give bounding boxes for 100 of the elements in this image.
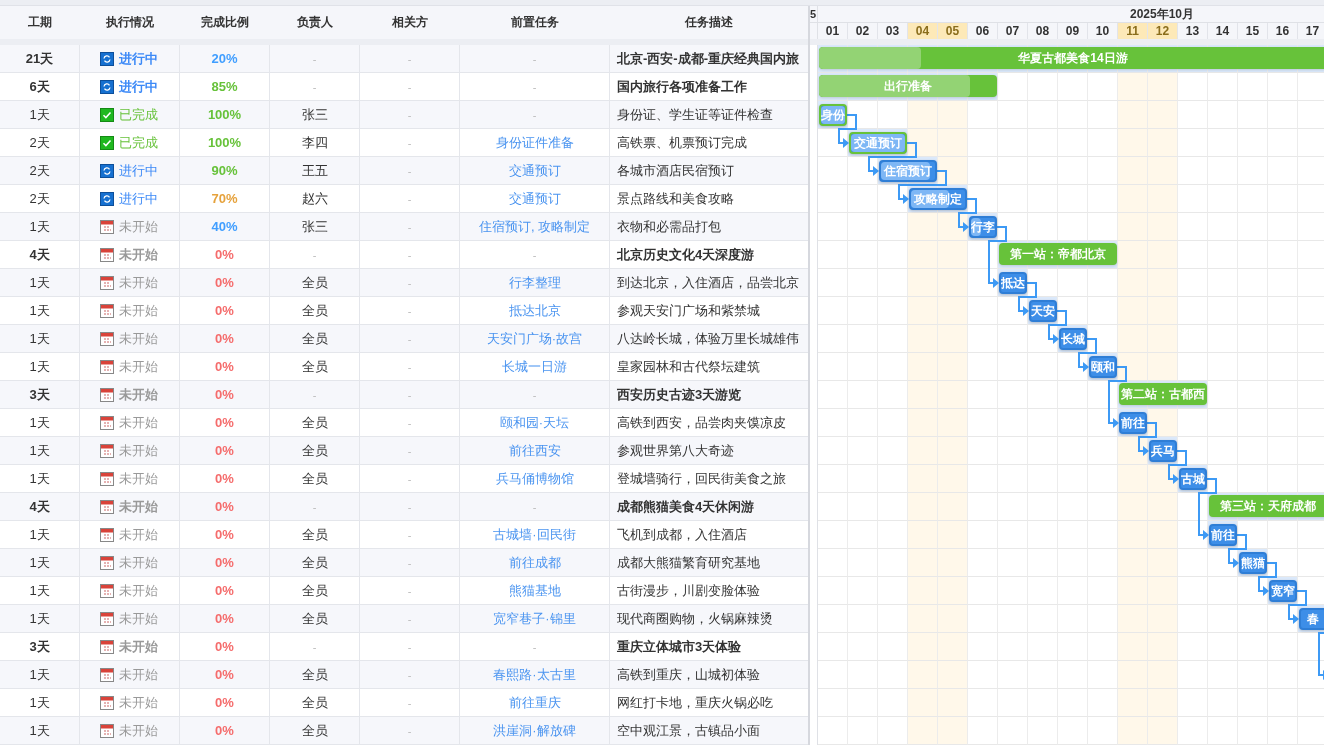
- column-header[interactable]: 工期: [0, 6, 80, 39]
- predecessor-link[interactable]: 颐和园·天坛: [499, 413, 570, 432]
- calendar-icon: [100, 611, 114, 626]
- bar-label: 第一站：帝都北京: [1009, 245, 1107, 263]
- predecessor-link[interactable]: 天安门广场·故宫: [486, 329, 583, 348]
- progress-percent: 0%: [215, 723, 234, 738]
- empty-dash: -: [532, 640, 537, 653]
- task-description: 西安历史古迹3天游览: [617, 385, 742, 404]
- empty-dash: -: [407, 304, 412, 317]
- empty-dash: -: [312, 388, 317, 401]
- table-row[interactable]: 1天 未开始 0% 全员 - 春熙路·太古里 高铁到重庆，山城初体验: [0, 661, 808, 689]
- task-bar[interactable]: 古城: [1179, 468, 1207, 490]
- status-label: 未开始: [119, 693, 158, 712]
- predecessor-link[interactable]: 身份证件准备: [495, 133, 574, 152]
- table-row[interactable]: 1天 未开始 0% 全员 - 天安门广场·故宫 八达岭长城，体验万里长城雄伟: [0, 325, 808, 353]
- task-description: 高铁到西安，品尝肉夹馍凉皮: [617, 413, 786, 432]
- status-label: 未开始: [119, 497, 158, 516]
- empty-dash: -: [407, 528, 412, 541]
- status-label: 进行中: [119, 49, 158, 68]
- summary-bar[interactable]: 第一站：帝都北京: [999, 243, 1117, 265]
- status-label: 未开始: [119, 385, 158, 404]
- column-header[interactable]: 完成比例: [180, 6, 270, 39]
- predecessor-link[interactable]: 前往西安: [508, 441, 561, 460]
- empty-dash: -: [407, 416, 412, 429]
- table-row[interactable]: 1天 未开始 0% 全员 - 前往西安 参观世界第八大奇迹: [0, 437, 808, 465]
- calendar-icon: [100, 219, 114, 234]
- predecessor-link[interactable]: 古城墙·回民街: [493, 525, 576, 544]
- progress-percent: 100%: [207, 135, 242, 150]
- calendar-icon: [100, 443, 114, 458]
- predecessor-link[interactable]: 前往重庆: [508, 693, 561, 712]
- table-row[interactable]: 1天 已完成 100% 张三 - - 身份证、学生证等证件检查: [0, 101, 808, 129]
- summary-bar[interactable]: 第二站：古都西: [1119, 383, 1207, 405]
- task-bar[interactable]: 熊猫: [1239, 552, 1267, 574]
- task-bar[interactable]: 兵马: [1149, 440, 1177, 462]
- duration-text: 4天: [29, 245, 50, 264]
- column-header[interactable]: 执行情况: [80, 6, 180, 39]
- calendar-icon: [100, 527, 114, 542]
- task-bar[interactable]: 抵达: [999, 272, 1027, 294]
- predecessor-link[interactable]: 春熙路·太古里: [493, 665, 576, 684]
- table-row[interactable]: 1天 未开始 0% 全员 - 洪崖洞·解放碑 空中观江景，古镇品小面: [0, 717, 808, 745]
- summary-bar[interactable]: 第三站：天府成都: [1209, 495, 1324, 517]
- table-row[interactable]: 2天 进行中 90% 王五 - 交通预订 各城市酒店民宿预订: [0, 157, 808, 185]
- empty-dash: -: [407, 276, 412, 289]
- empty-dash: -: [407, 108, 412, 121]
- task-bar[interactable]: 身份: [819, 104, 847, 126]
- predecessor-link[interactable]: 熊猫基地: [508, 581, 561, 600]
- table-row[interactable]: 1天 未开始 0% 全员 - 前往成都 成都大熊猫繁育研究基地: [0, 549, 808, 577]
- task-bar[interactable]: 前往: [1209, 524, 1237, 546]
- status-label: 未开始: [119, 245, 158, 264]
- task-bar[interactable]: 天安: [1029, 300, 1057, 322]
- predecessor-link[interactable]: 行李整理: [508, 273, 561, 292]
- column-header[interactable]: 前置任务: [460, 6, 610, 39]
- column-header[interactable]: 相关方: [360, 6, 460, 39]
- column-header[interactable]: 任务描述: [610, 6, 808, 39]
- table-row[interactable]: 1天 未开始 40% 张三 - 住宿预订, 攻略制定 衣物和必需品打包: [0, 213, 808, 241]
- task-bar[interactable]: 宽窄: [1269, 580, 1297, 602]
- table-row[interactable]: 4天 未开始 0% - - - 成都熊猫美食4天休闲游: [0, 493, 808, 521]
- bar-label: 出行准备: [883, 77, 933, 95]
- duration-text: 1天: [29, 357, 50, 376]
- summary-bar[interactable]: 出行准备: [819, 75, 997, 97]
- predecessor-link[interactable]: 长城一日游: [502, 357, 567, 376]
- day-header: 02: [848, 23, 878, 39]
- predecessor-link[interactable]: 住宿预订, 攻略制定: [478, 217, 591, 236]
- predecessor-link[interactable]: 前往成都: [508, 553, 561, 572]
- empty-dash: -: [407, 640, 412, 653]
- empty-dash: -: [532, 80, 537, 93]
- table-row[interactable]: 3天 未开始 0% - - - 西安历史古迹3天游览: [0, 381, 808, 409]
- task-bar[interactable]: 长城: [1059, 328, 1087, 350]
- day-header: 06: [968, 23, 998, 39]
- empty-dash: -: [407, 556, 412, 569]
- column-header[interactable]: 负责人: [270, 6, 360, 39]
- duration-text: 1天: [29, 469, 50, 488]
- day-header: 13: [1178, 23, 1208, 39]
- progress-percent: 0%: [215, 387, 234, 402]
- empty-dash: -: [407, 52, 412, 65]
- calendar-icon: [100, 667, 114, 682]
- duration-text: 1天: [29, 721, 50, 740]
- task-bar[interactable]: 行李: [969, 216, 997, 238]
- owner-name: 全员: [301, 469, 328, 488]
- task-bar[interactable]: 前往: [1119, 412, 1147, 434]
- table-row[interactable]: 1天 未开始 0% 全员 - 宽窄巷子·锦里 现代商圈购物，火锅麻辣烫: [0, 605, 808, 633]
- task-bar[interactable]: 春: [1299, 608, 1324, 630]
- predecessor-link[interactable]: 宽窄巷子·锦里: [493, 609, 576, 628]
- duration-text: 1天: [29, 525, 50, 544]
- predecessor-link[interactable]: 交通预订: [508, 161, 561, 180]
- summary-bar[interactable]: 华夏古都美食14日游: [819, 47, 1324, 69]
- checkmark-icon: [100, 135, 114, 150]
- predecessor-link[interactable]: 洪崖洞·解放碑: [493, 721, 576, 740]
- predecessor-link[interactable]: 兵马俑博物馆: [495, 469, 574, 488]
- table-row[interactable]: 21天 进行中 20% - - - 北京-西安-成都-重庆经典国内旅: [0, 45, 808, 73]
- predecessor-link[interactable]: 抵达北京: [508, 301, 561, 320]
- table-row[interactable]: 1天 未开始 0% 全员 - 行李整理 到达北京，入住酒店，品尝北京: [0, 269, 808, 297]
- predecessor-link[interactable]: 交通预订: [508, 189, 561, 208]
- task-description: 各城市酒店民宿预订: [617, 161, 734, 180]
- task-bar[interactable]: 颐和: [1089, 356, 1117, 378]
- header-label: 5: [810, 6, 818, 22]
- progress-percent: 85%: [211, 79, 238, 94]
- owner-name: 全员: [301, 525, 328, 544]
- task-description: 景点路线和美食攻略: [617, 189, 734, 208]
- day-header: 17: [1298, 23, 1324, 39]
